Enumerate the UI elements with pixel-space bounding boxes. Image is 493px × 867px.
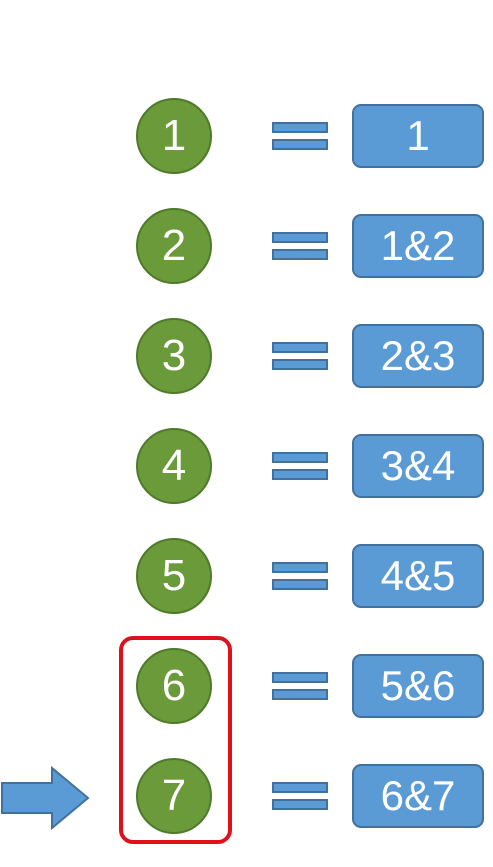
number-circle: 1 [136, 98, 212, 174]
equals-bar-top [272, 122, 328, 133]
row-6: 6 5&6 [0, 648, 493, 728]
number-circle: 3 [136, 318, 212, 394]
equals-bar-top [272, 562, 328, 573]
result-box: 6&7 [352, 764, 484, 828]
equals-bar-bottom [272, 689, 328, 700]
row-1: 1 1 [0, 98, 493, 178]
highlight-box [119, 636, 232, 844]
equals-bar-top [272, 232, 328, 243]
row-3: 3 2&3 [0, 318, 493, 398]
equals-bar-bottom [272, 799, 328, 810]
number-circle: 4 [136, 428, 212, 504]
right-arrow-icon [1, 766, 90, 830]
equals-bar-bottom [272, 359, 328, 370]
number-circle: 2 [136, 208, 212, 284]
equals-bar-top [272, 452, 328, 463]
equals-sign [272, 782, 328, 816]
number-circle: 5 [136, 538, 212, 614]
equals-bar-top [272, 672, 328, 683]
result-box: 1 [352, 104, 484, 168]
equals-bar-bottom [272, 139, 328, 150]
row-5: 5 4&5 [0, 538, 493, 618]
result-box: 1&2 [352, 214, 484, 278]
row-4: 4 3&4 [0, 428, 493, 508]
equals-sign [272, 562, 328, 596]
equals-sign [272, 342, 328, 376]
equals-sign [272, 672, 328, 706]
result-box: 2&3 [352, 324, 484, 388]
row-2: 2 1&2 [0, 208, 493, 288]
equals-sign [272, 452, 328, 486]
result-box: 4&5 [352, 544, 484, 608]
equals-bar-bottom [272, 469, 328, 480]
equals-sign [272, 232, 328, 266]
equals-sign [272, 122, 328, 156]
equals-bar-top [272, 782, 328, 793]
result-box: 5&6 [352, 654, 484, 718]
equals-bar-bottom [272, 579, 328, 590]
equals-bar-top [272, 342, 328, 353]
equals-bar-bottom [272, 249, 328, 260]
result-box: 3&4 [352, 434, 484, 498]
